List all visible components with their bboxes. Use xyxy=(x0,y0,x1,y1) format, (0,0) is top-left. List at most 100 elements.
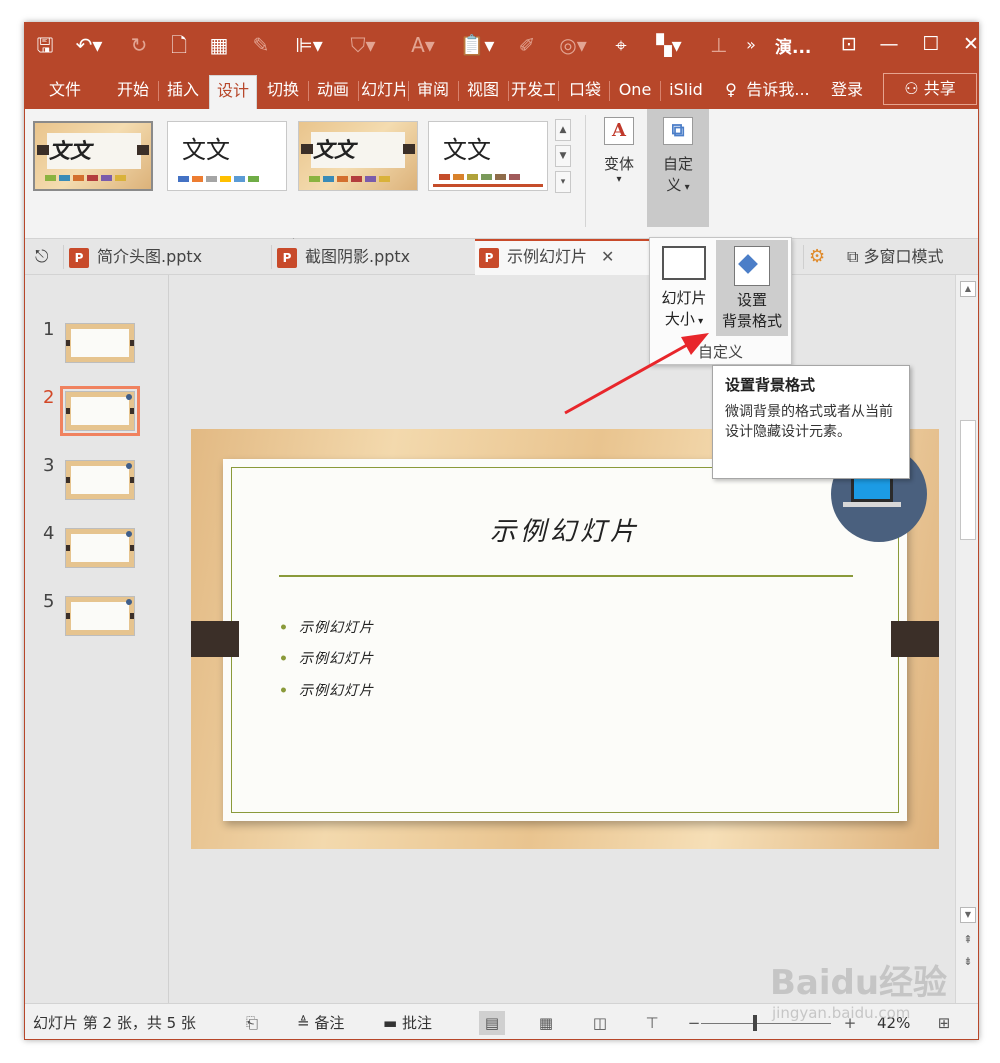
theme-thumbnail-red[interactable]: 文文 xyxy=(428,121,548,191)
paint-icon[interactable]: ⛉▾ xyxy=(343,31,383,59)
tab-animations[interactable]: 动画 xyxy=(311,75,355,109)
share-button[interactable]: ⚇ 共享 xyxy=(883,73,977,105)
tab-transitions[interactable]: 切换 xyxy=(261,75,305,109)
slide-thumbnail-2[interactable] xyxy=(60,386,140,436)
settings-gear-icon[interactable]: ⚙ xyxy=(809,239,833,275)
new-tab-icon[interactable]: ⎋ xyxy=(35,239,61,275)
zoom-slider-track[interactable] xyxy=(701,1023,831,1024)
slide-thumbnail-4[interactable] xyxy=(65,528,135,568)
slide-sorter-icon[interactable]: ▦ xyxy=(533,1011,559,1035)
slide-paper: 示例幻灯片 • 示例幻灯片 • 示例幻灯片 • 示例幻灯片 xyxy=(223,459,907,821)
previous-slide-icon[interactable]: ⇞ xyxy=(960,933,976,949)
maximize-icon[interactable]: ☐ xyxy=(913,29,949,59)
tab-home[interactable]: 开始 xyxy=(111,75,155,109)
spellcheck-icon[interactable]: ⎗ xyxy=(239,1011,265,1035)
tab-islide[interactable]: iSlid xyxy=(663,75,709,109)
distribute-icon[interactable]: ⊥ xyxy=(705,31,733,59)
normal-view-icon[interactable]: ▤ xyxy=(479,1011,505,1035)
customize-button[interactable]: ⧉ 自定 义 ▾ xyxy=(647,109,709,227)
thumb-body xyxy=(71,329,129,357)
undo-icon[interactable]: ↶▾ xyxy=(69,31,109,59)
new-file-icon[interactable]: 🗋 xyxy=(165,31,193,59)
tab-review[interactable]: 审阅 xyxy=(411,75,455,109)
bullet-text: 示例幻灯片 xyxy=(298,651,374,667)
theme-thumbnail-wood-2[interactable]: 文文 xyxy=(298,121,418,191)
tell-me-search[interactable]: 告诉我... xyxy=(743,75,813,109)
format-background-button[interactable]: 设置 背景格式 xyxy=(716,240,788,336)
powerpoint-window: 🖫 ↶▾ ↻ 🗋 ▦ ✎ ⊫▾ ⛉▾ A▾ 📋▾ ✐ ◎▾ ⌖ ▚▾ ⊥ » 演… xyxy=(24,22,979,1040)
theme-thumbnail-plain[interactable]: 文文 xyxy=(167,121,287,191)
tab-design[interactable]: 设计 xyxy=(209,75,257,109)
theme-title: 文文 xyxy=(49,138,91,163)
title-rule xyxy=(279,575,853,577)
tab-onekey[interactable]: One xyxy=(613,75,657,109)
theme-swatches xyxy=(178,176,259,182)
fit-to-window-icon[interactable]: ⊞ xyxy=(931,1011,957,1035)
ribbon-display-icon[interactable]: ⊡ xyxy=(831,29,867,59)
variants-button[interactable]: A 变体 ▾ xyxy=(591,117,647,185)
minimize-icon[interactable]: — xyxy=(871,29,907,59)
tab-pocket[interactable]: 口袋 xyxy=(565,75,605,109)
paste-icon[interactable]: 📋▾ xyxy=(457,31,497,59)
notes-icon: ≜ xyxy=(297,1014,315,1032)
laptop-base xyxy=(843,502,901,507)
grid-icon[interactable]: ▦ xyxy=(205,31,233,59)
zoom-slider-knob[interactable] xyxy=(753,1015,757,1031)
slide-thumbnail-5[interactable] xyxy=(65,596,135,636)
doc-tab-3[interactable]: P 示例幻灯片 ✕ xyxy=(475,239,651,275)
scroll-up-icon[interactable]: ▲ xyxy=(960,281,976,297)
theme-title: 文文 xyxy=(443,136,491,164)
tab-developer[interactable]: 开发工 xyxy=(511,75,555,109)
bullet-item[interactable]: • 示例幻灯片 xyxy=(279,680,374,700)
eyedropper-icon[interactable]: ✎ xyxy=(247,31,275,59)
zoom-level[interactable]: 42% xyxy=(877,1012,910,1034)
bullet-item[interactable]: • 示例幻灯片 xyxy=(279,617,374,637)
comments-button[interactable]: ▬ 批注 xyxy=(383,1012,432,1034)
gallery-up-arrow-icon[interactable]: ▲ xyxy=(555,119,571,141)
slide-size-button[interactable]: 幻灯片 大小 ▾ xyxy=(654,244,714,340)
align-icon[interactable]: ⊫▾ xyxy=(289,31,329,59)
multi-window-button[interactable]: ⧉ 多窗口模式 xyxy=(847,239,978,275)
doc-tab-2[interactable]: P 截图阴影.pptx xyxy=(277,239,477,275)
gallery-more-icon[interactable]: ▾ xyxy=(555,171,571,193)
crop-icon[interactable]: ⌖ xyxy=(607,31,635,59)
doc-tab-label: 截图阴影.pptx xyxy=(305,247,411,266)
redo-icon[interactable]: ↻ xyxy=(125,31,153,59)
scroll-down-icon[interactable]: ▼ xyxy=(960,907,976,923)
ppt-icon: P xyxy=(69,247,89,268)
shape-icon[interactable]: ◎▾ xyxy=(553,31,593,59)
theme-title: 文文 xyxy=(313,137,355,162)
zoom-in-icon[interactable]: + xyxy=(837,1011,863,1035)
tab-insert[interactable]: 插入 xyxy=(161,75,205,109)
close-tab-icon[interactable]: ✕ xyxy=(601,247,614,266)
font-color-icon[interactable]: A▾ xyxy=(403,31,443,59)
slideshow-icon[interactable]: ⊤ xyxy=(639,1011,665,1035)
format-background-label-2: 背景格式 xyxy=(721,312,782,330)
slide-thumbnail-3[interactable] xyxy=(65,460,135,500)
slide-title[interactable]: 示例幻灯片 xyxy=(223,511,907,548)
tab-file[interactable]: 文件 xyxy=(35,75,95,109)
ribbon-separator xyxy=(585,115,586,227)
bullet-item[interactable]: • 示例幻灯片 xyxy=(279,648,374,668)
more-commands-icon[interactable]: » xyxy=(739,31,763,59)
variants-label: 变体 xyxy=(603,155,634,173)
vertical-scrollbar[interactable]: ▲ ▼ ⇞ ⇟ xyxy=(955,275,978,1003)
save-icon[interactable]: 🖫 xyxy=(31,31,59,59)
doc-tab-1[interactable]: P 简介头图.pptx xyxy=(69,239,269,275)
current-slide[interactable]: 示例幻灯片 • 示例幻灯片 • 示例幻灯片 • 示例幻灯片 xyxy=(191,429,939,849)
tab-slideshow[interactable]: 幻灯片 xyxy=(361,75,405,109)
comment-icon: ▬ xyxy=(383,1014,402,1032)
notes-button[interactable]: ≜ 备注 xyxy=(297,1012,344,1034)
scroll-thumb[interactable] xyxy=(960,420,976,540)
tab-view[interactable]: 视图 xyxy=(461,75,505,109)
theme-thumbnail-wood-1[interactable]: 文文 xyxy=(33,121,153,191)
right-clip-decoration xyxy=(891,621,939,657)
reading-view-icon[interactable]: ◫ xyxy=(587,1011,613,1035)
sign-in-link[interactable]: 登录 xyxy=(825,75,869,109)
format-painter-icon[interactable]: ✐ xyxy=(513,31,541,59)
color-swatch-icon[interactable]: ▚▾ xyxy=(649,31,689,59)
gallery-down-arrow-icon[interactable]: ▼ xyxy=(555,145,571,167)
slide-thumbnail-1[interactable] xyxy=(65,323,135,363)
close-icon[interactable]: ✕ xyxy=(953,29,978,59)
next-slide-icon[interactable]: ⇟ xyxy=(960,955,976,971)
